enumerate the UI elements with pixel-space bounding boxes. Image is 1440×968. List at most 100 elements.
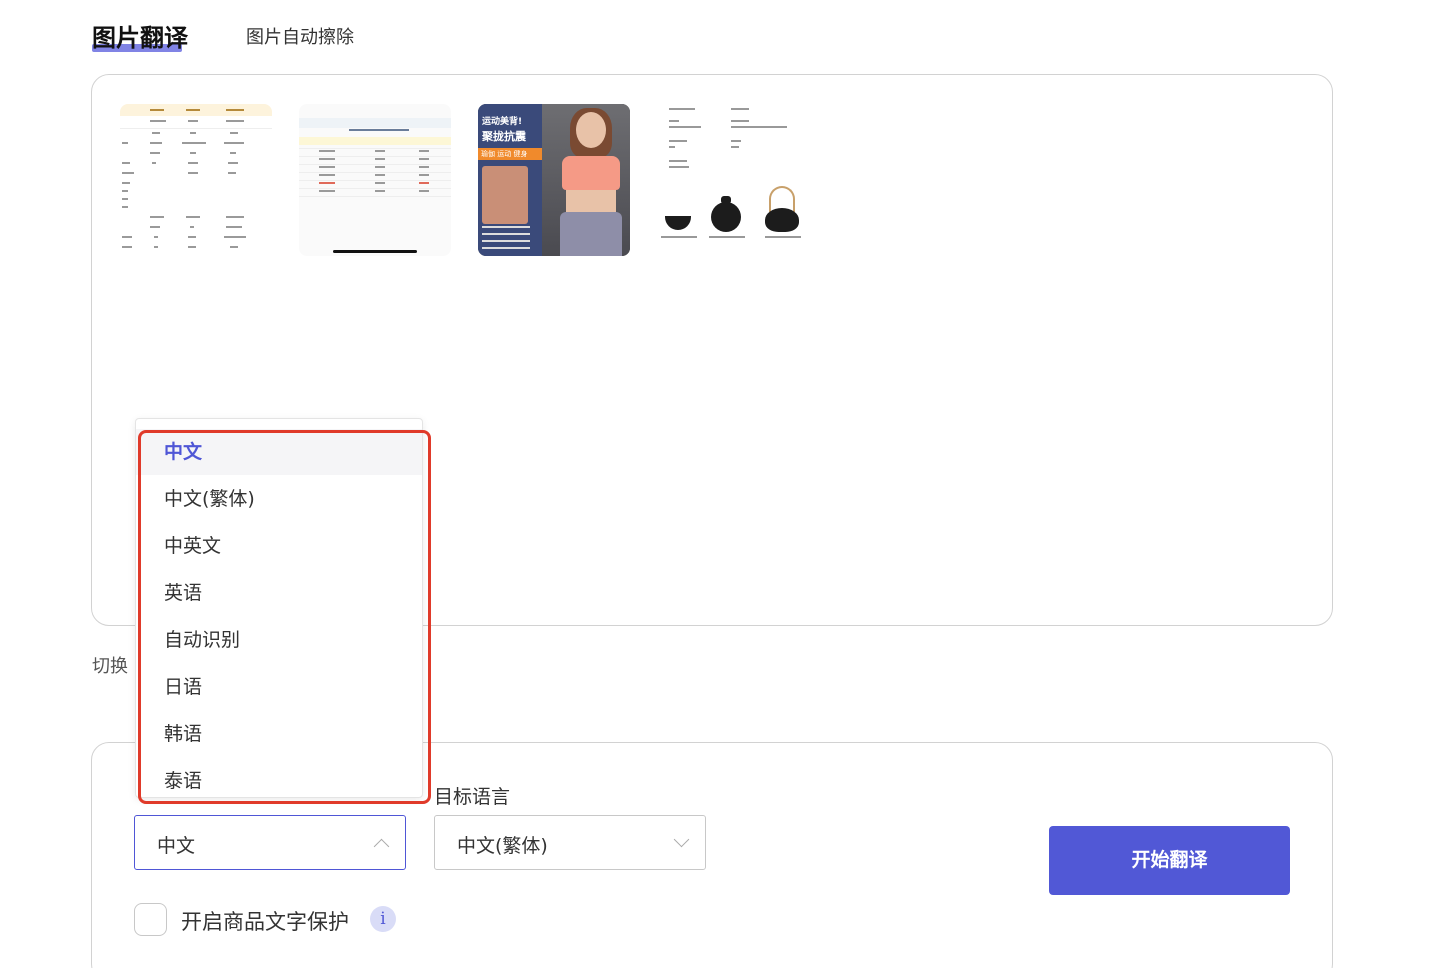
sheet-header <box>299 118 451 128</box>
sheet-row <box>299 164 451 165</box>
image-thumbnail-spreadsheet-2[interactable] <box>299 104 451 256</box>
source-language-select[interactable]: 中文 <box>134 815 406 870</box>
source-language-value: 中文 <box>157 835 196 857</box>
tea-caddy <box>711 202 741 232</box>
thumb-text-line <box>669 160 687 162</box>
sheet-cell <box>190 152 196 154</box>
ad-title-2: 聚拢抗震 <box>482 130 526 143</box>
dropdown-option-japanese[interactable]: 日语 <box>136 664 422 710</box>
ad-title-1: 运动美背! <box>482 117 523 127</box>
product-text-protection-checkbox[interactable] <box>134 903 167 936</box>
sheet-cell <box>375 190 385 192</box>
sheet-cell <box>419 190 429 192</box>
target-language-select[interactable]: 中文(繁体) <box>434 815 706 870</box>
thumb-text-line <box>731 108 749 110</box>
sheet-cell <box>122 236 132 238</box>
sheet-cell <box>122 246 132 248</box>
sheet-cell <box>230 132 238 134</box>
product-caption <box>661 236 697 238</box>
info-icon[interactable]: i <box>370 906 396 932</box>
sheet-cell <box>150 142 162 144</box>
sheet-cell <box>228 172 236 174</box>
switch-label: 切换 <box>92 656 128 677</box>
sheet-cell <box>122 182 130 184</box>
sheet-cell <box>419 158 429 160</box>
start-translate-button[interactable]: 开始翻译 <box>1049 826 1290 895</box>
model-leggings <box>560 212 622 256</box>
dropdown-option-auto-detect[interactable]: 自动识别 <box>136 617 422 663</box>
dropdown-option-traditional-chinese[interactable]: 中文(繁体) <box>136 476 422 522</box>
sheet-cell <box>224 142 244 144</box>
target-language-value: 中文(繁体) <box>457 835 548 857</box>
thumb-text-line <box>669 108 695 110</box>
back-view-photo <box>482 166 528 224</box>
sheet-cell <box>319 166 335 168</box>
sheet-cell <box>226 120 244 122</box>
sheet-cell <box>375 182 385 184</box>
sheet-cell <box>224 236 246 238</box>
ad-tag: 瑜伽 运动 健身 <box>478 148 542 160</box>
sheet-cell <box>226 216 244 218</box>
dropdown-option-thai[interactable]: 泰语 <box>136 758 422 797</box>
product-caption <box>765 236 801 238</box>
sheet-cell <box>228 162 238 164</box>
sheet-cell <box>319 174 335 176</box>
tab-image-translate[interactable]: 图片翻译 <box>92 18 188 53</box>
sheet-cell <box>188 162 198 164</box>
sheet-row <box>299 172 451 173</box>
image-thumbnail-sportswear[interactable]: 运动美背! 聚拢抗震 瑜伽 运动 健身 <box>478 104 630 256</box>
image-thumbnail-spreadsheet-1[interactable] <box>120 104 272 256</box>
sheet-cell <box>319 150 335 152</box>
dropdown-option-chinese[interactable]: 中文 <box>136 429 422 475</box>
model-face <box>576 112 606 148</box>
sheet-cell <box>122 142 128 144</box>
sheet-cell <box>349 129 409 131</box>
dropdown-option-chinese-english[interactable]: 中英文 <box>136 523 422 569</box>
thumb-text-line <box>669 166 689 168</box>
sheet-cell <box>419 150 429 152</box>
sheet-cell <box>150 152 160 154</box>
sheet-cell <box>419 174 429 176</box>
sheet-cell <box>188 172 198 174</box>
sheet-cell <box>154 236 158 238</box>
dropdown-option-korean[interactable]: 韩语 <box>136 711 422 757</box>
dropdown-option-english[interactable]: 英语 <box>136 570 422 616</box>
thumb-text-line <box>731 146 739 148</box>
sheet-cell <box>122 206 128 208</box>
product-caption <box>709 236 745 238</box>
source-language-dropdown: 中文 中文(繁体) 中英文 英语 自动识别 日语 韩语 泰语 <box>135 418 423 798</box>
target-language-label: 目标语言 <box>434 786 511 808</box>
sheet-cell <box>230 152 236 154</box>
sheet-row <box>299 180 451 181</box>
thumb-text-line <box>669 120 679 122</box>
thumb-text-line <box>731 120 749 122</box>
ad-feature-list <box>482 226 538 254</box>
sheet-row <box>120 128 272 129</box>
sheet-cell <box>419 166 429 168</box>
thumb-text-line <box>731 140 741 142</box>
tea-cup <box>665 216 691 230</box>
sheet-cell <box>226 226 242 228</box>
sheet-cell <box>419 182 429 184</box>
sheet-cell <box>150 216 164 218</box>
sheet-cell <box>190 226 194 228</box>
tab-image-translate-label: 图片翻译 <box>92 24 188 52</box>
image-thumbnail-teapots[interactable] <box>657 104 809 256</box>
thumb-text-line <box>669 146 675 148</box>
sheet-row <box>299 196 451 197</box>
sheet-cell <box>122 190 128 192</box>
product-text-protection-label: 开启商品文字保护 <box>181 910 349 934</box>
sheet-row <box>299 148 451 149</box>
teapot <box>765 208 799 232</box>
tab-image-erase[interactable]: 图片自动擦除 <box>246 23 354 49</box>
model-sports-bra <box>562 156 620 190</box>
sheet-cell <box>150 226 160 228</box>
chevron-up-icon <box>373 838 390 855</box>
thumb-text-line <box>669 126 701 128</box>
sheet-cell <box>122 172 134 174</box>
thumb-text-line <box>669 140 687 142</box>
sheet-cell <box>186 216 200 218</box>
sheet-cell <box>375 158 385 160</box>
thumbnail-scrollbar <box>333 250 417 253</box>
sheet-cell <box>182 142 206 144</box>
